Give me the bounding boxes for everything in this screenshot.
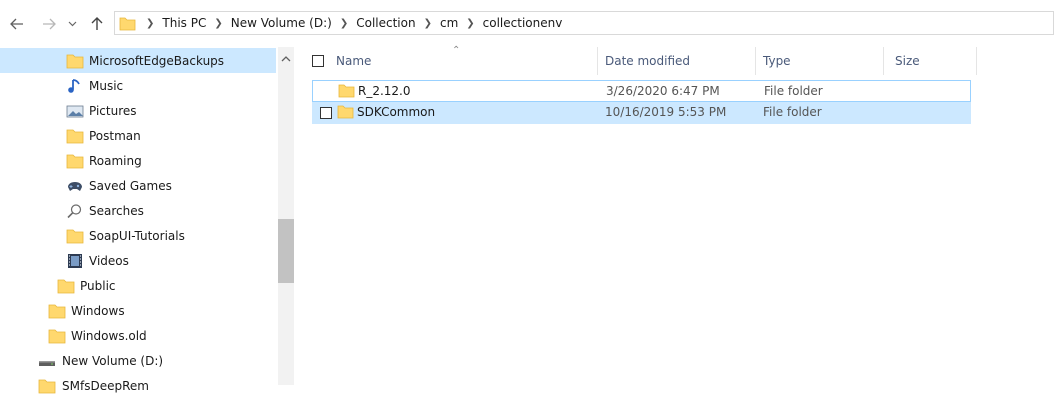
nav-item-music[interactable]: Music (0, 73, 276, 98)
nav-scrollbar[interactable] (278, 47, 294, 385)
arrow-up-icon (91, 17, 103, 30)
search-icon (67, 203, 82, 218)
nav-item-videos[interactable]: Videos (0, 248, 276, 273)
folder-icon (48, 304, 66, 318)
file-name: R_2.12.0 (358, 84, 411, 98)
nav-item-soapui-tutorials[interactable]: SoapUI-Tutorials (0, 223, 276, 248)
column-divider[interactable] (755, 47, 756, 75)
navigation-pane: MicrosoftEdgeBackups Music Pictures Post… (0, 47, 294, 393)
saved-games-icon (68, 181, 82, 191)
scroll-up-icon[interactable] (280, 53, 292, 65)
breadcrumb-this-pc[interactable]: This PC (162, 16, 206, 30)
column-header-name[interactable]: Name (336, 54, 371, 68)
arrow-left-icon (10, 18, 23, 30)
file-row-sdkcommon[interactable]: SDKCommon 10/16/2019 5:53 PM File folder (312, 102, 971, 124)
breadcrumb-collection[interactable]: Collection (356, 16, 415, 30)
nav-item-microsoftedgebackups[interactable]: MicrosoftEdgeBackups (0, 48, 276, 73)
select-all-checkbox[interactable] (312, 55, 324, 67)
file-date-modified: 3/26/2020 6:47 PM (606, 84, 720, 98)
forward-button[interactable] (38, 14, 60, 34)
breadcrumb-separator-icon: ❯ (214, 17, 223, 29)
nav-item-roaming[interactable]: Roaming (0, 148, 276, 173)
nav-item-windows-old[interactable]: Windows.old (0, 323, 276, 348)
folder-icon (66, 154, 84, 168)
drive-icon (39, 360, 55, 366)
nav-scrollbar-thumb[interactable] (278, 219, 294, 283)
file-list: ⌃ Name Date modified Type Size R_2.12.0 … (296, 45, 1057, 385)
nav-item-saved-games[interactable]: Saved Games (0, 173, 276, 198)
recent-locations-button[interactable] (65, 14, 79, 34)
folder-icon (38, 379, 56, 393)
folder-icon (66, 229, 84, 243)
column-divider[interactable] (597, 47, 598, 75)
breadcrumb-separator-icon: ❯ (466, 17, 475, 29)
breadcrumb-collectionenv[interactable]: collectionenv (483, 16, 563, 30)
nav-item-new-volume[interactable]: New Volume (D:) (0, 348, 276, 373)
breadcrumb-cm[interactable]: cm (440, 16, 458, 30)
address-bar[interactable]: ❯ This PC ❯ New Volume (D:) ❯ Collection… (114, 11, 1054, 35)
folder-icon (66, 129, 84, 143)
column-header-date-modified[interactable]: Date modified (605, 54, 690, 68)
file-date-modified: 10/16/2019 5:53 PM (605, 105, 727, 119)
videos-icon (68, 253, 82, 268)
back-button[interactable] (6, 14, 28, 34)
nav-item-smfsdeeprem[interactable]: SMfsDeepRem (0, 373, 276, 398)
column-divider[interactable] (976, 47, 977, 75)
address-toolbar: ❯ This PC ❯ New Volume (D:) ❯ Collection… (0, 0, 1057, 47)
breadcrumb-separator-icon: ❯ (423, 17, 432, 29)
nav-item-searches[interactable]: Searches (0, 198, 276, 223)
breadcrumb-new-volume[interactable]: New Volume (D:) (231, 16, 332, 30)
folder-icon (57, 279, 75, 293)
nav-item-public[interactable]: Public (0, 273, 276, 298)
pictures-icon (66, 105, 84, 117)
folder-icon (337, 105, 354, 119)
up-button[interactable] (86, 14, 108, 34)
folder-icon (48, 329, 66, 343)
breadcrumb-separator-icon: ❯ (339, 17, 349, 29)
file-name: SDKCommon (357, 105, 436, 119)
column-header-type[interactable]: Type (763, 54, 791, 68)
breadcrumb-separator-icon: ❯ (146, 17, 155, 29)
column-header-size[interactable]: Size (895, 54, 920, 68)
column-header-row: ⌃ Name Date modified Type Size (296, 45, 977, 75)
file-type: File folder (764, 84, 823, 98)
arrow-right-icon (43, 18, 56, 30)
row-checkbox[interactable] (320, 107, 332, 119)
nav-item-windows[interactable]: Windows (0, 298, 276, 323)
column-divider[interactable] (883, 47, 884, 75)
file-row-r-2-12-0[interactable]: R_2.12.0 3/26/2020 6:47 PM File folder (312, 80, 971, 102)
folder-icon (119, 17, 136, 30)
music-icon (68, 78, 80, 93)
nav-item-postman[interactable]: Postman (0, 123, 276, 148)
sort-ascending-icon: ⌃ (452, 45, 461, 56)
folder-icon (66, 54, 84, 68)
chevron-down-icon (68, 21, 76, 27)
nav-item-pictures[interactable]: Pictures (0, 98, 276, 123)
folder-icon (338, 84, 355, 98)
file-type: File folder (763, 105, 822, 119)
